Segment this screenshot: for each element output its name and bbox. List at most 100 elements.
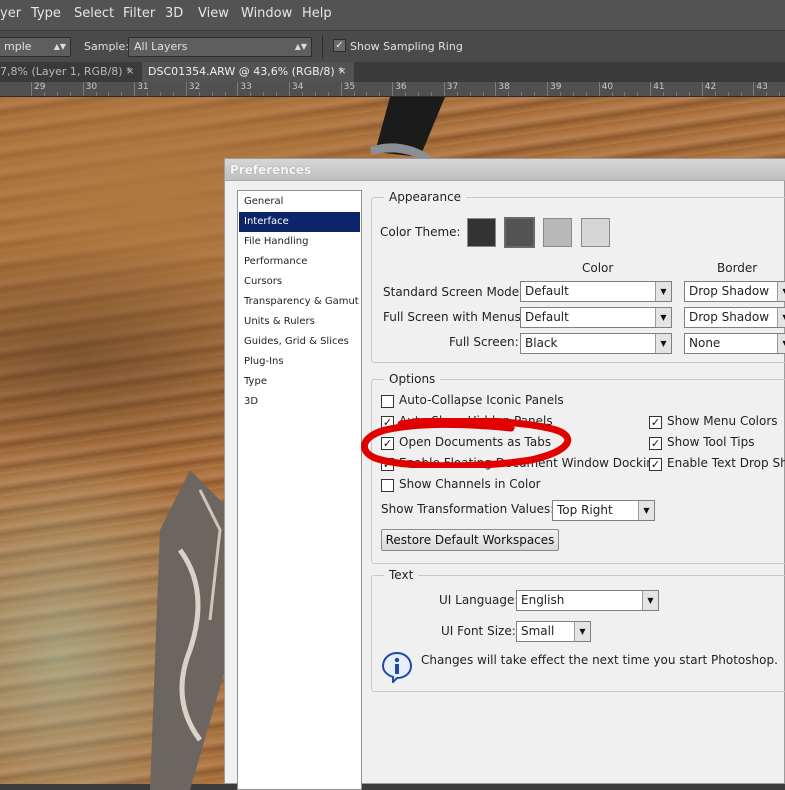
ruler-label: 30 xyxy=(85,82,98,92)
ruler-label: 37 xyxy=(446,82,459,92)
ruler-tick xyxy=(237,82,239,96)
auto-collapse-label: Auto-Collapse Iconic Panels xyxy=(399,393,564,407)
full-screen-label: Full Screen: xyxy=(449,335,519,349)
ruler-label: 41 xyxy=(653,82,665,92)
show-menu-colors-label: Show Menu Colors xyxy=(667,414,778,428)
select-value: Black xyxy=(525,336,558,350)
ruler-label: 42 xyxy=(704,82,717,92)
show-tool-tips-checkbox[interactable]: ✓ xyxy=(649,437,662,450)
ui-font-size-label: UI Font Size: xyxy=(441,624,516,638)
tab-layer1-doc[interactable]: 7,8% (Layer 1, RGB/8) * xyxy=(0,62,140,82)
select-value: English xyxy=(521,593,565,607)
channels-color-label: Show Channels in Color xyxy=(399,477,541,491)
divider xyxy=(322,35,323,59)
show-menu-colors-checkbox[interactable]: ✓ xyxy=(649,416,662,429)
full-screen-menus-color-select[interactable]: Default ▼ xyxy=(520,307,672,328)
sample-size-dropdown[interactable]: mple ▲▼ xyxy=(0,37,71,57)
nav-item-transparency[interactable]: Transparency & Gamut xyxy=(239,292,360,312)
ruler-label: 36 xyxy=(395,82,407,92)
menu-3d[interactable]: 3D xyxy=(165,6,183,21)
ruler-label: 32 xyxy=(188,82,201,92)
nav-item-cursors[interactable]: Cursors xyxy=(239,272,360,292)
transform-values-label: Show Transformation Values: xyxy=(381,502,555,516)
ruler-tick xyxy=(289,82,290,96)
full-screen-menus-border-select[interactable]: Drop Shadow ▼ xyxy=(684,307,785,328)
standard-screen-color-select[interactable]: Default ▼ xyxy=(520,281,672,302)
menu-view[interactable]: View xyxy=(198,6,229,21)
ruler-label: 31 xyxy=(137,82,149,92)
ui-language-label: UI Language: xyxy=(439,593,519,607)
sample-label: Sample: xyxy=(84,40,129,53)
document-tab-bar: 7,8% (Layer 1, RGB/8) * × DSC01354.ARW @… xyxy=(0,62,785,82)
nav-item-type[interactable]: Type xyxy=(239,372,360,392)
sampling-ring-label: Show Sampling Ring xyxy=(350,40,463,53)
menu-help[interactable]: Help xyxy=(302,6,332,21)
select-value: Default xyxy=(525,310,569,324)
dropdown-arrow-icon: ▼ xyxy=(655,308,671,327)
dropdown-arrow-icon: ▼ xyxy=(777,282,785,301)
ruler-label: 34 xyxy=(292,82,304,92)
theme-swatch-3[interactable] xyxy=(543,218,572,247)
select-value: Small xyxy=(521,624,555,638)
nav-item-plugins[interactable]: Plug-Ins xyxy=(239,352,360,372)
close-icon[interactable]: × xyxy=(126,62,134,82)
dropdown-arrow-icon: ▼ xyxy=(777,308,785,327)
theme-swatch-4[interactable] xyxy=(581,218,610,247)
text-drop-shadow-checkbox[interactable]: ✓ xyxy=(649,458,662,471)
ruler-tick xyxy=(134,82,136,96)
nav-item-units-rulers[interactable]: Units & Rulers xyxy=(239,312,360,332)
standard-screen-border-select[interactable]: Drop Shadow ▼ xyxy=(684,281,785,302)
full-screen-color-select[interactable]: Black ▼ xyxy=(520,333,672,354)
nav-item-general[interactable]: General xyxy=(239,192,360,212)
menu-filter[interactable]: Filter xyxy=(123,6,155,21)
select-value: Top Right xyxy=(557,503,613,517)
tab-label: DSC01354.ARW @ 43,6% (RGB/8) * xyxy=(148,65,344,78)
dialog-title: Preferences xyxy=(230,163,312,177)
horizontal-ruler: 29 30 31 32 33 34 35 36 37 38 39 40 41 42 43 xyxy=(0,82,785,97)
ruler-label: 43 xyxy=(756,82,768,92)
nav-item-interface[interactable]: Interface xyxy=(239,212,360,232)
ruler-tick xyxy=(392,82,394,96)
nav-item-file-handling[interactable]: File Handling xyxy=(239,232,360,252)
ruler-label: 35 xyxy=(343,82,356,92)
ruler-tick xyxy=(31,82,32,96)
full-screen-border-select[interactable]: None ▼ xyxy=(684,333,785,354)
dropdown-arrow-icon: ▼ xyxy=(655,282,671,301)
restore-workspaces-button[interactable]: Restore Default Workspaces xyxy=(381,529,559,551)
sample-dropdown[interactable]: All Layers ▲▼ xyxy=(128,37,312,57)
ruler-label: 39 xyxy=(550,82,562,92)
ruler-tick xyxy=(495,82,497,96)
menu-type[interactable]: Type xyxy=(31,6,61,21)
ruler-tick xyxy=(547,82,548,96)
menu-select[interactable]: Select xyxy=(74,6,114,21)
theme-swatch-2[interactable] xyxy=(504,217,535,248)
ruler-label: 29 xyxy=(34,82,46,92)
ui-font-size-select[interactable]: Small ▼ xyxy=(516,621,591,642)
close-icon[interactable]: × xyxy=(338,62,346,82)
appearance-legend: Appearance xyxy=(389,190,462,204)
dialog-titlebar[interactable]: Preferences xyxy=(225,159,785,181)
text-legend: Text xyxy=(389,568,414,582)
sample-size-value: mple xyxy=(4,40,32,53)
ruler-tick xyxy=(340,82,342,96)
menu-layer[interactable]: yer xyxy=(0,6,21,21)
nav-item-performance[interactable]: Performance xyxy=(239,252,360,272)
ui-language-select[interactable]: English ▼ xyxy=(516,590,659,611)
auto-collapse-checkbox[interactable] xyxy=(381,395,394,408)
nav-item-guides-grid[interactable]: Guides, Grid & Slices xyxy=(239,332,360,352)
dropdown-arrow-icon: ▼ xyxy=(655,334,671,353)
channels-color-checkbox[interactable] xyxy=(381,479,394,492)
transform-values-select[interactable]: Top Right ▼ xyxy=(552,500,655,521)
sampling-ring-checkbox[interactable]: ✓ xyxy=(333,39,346,52)
select-value: Drop Shadow xyxy=(689,310,770,324)
color-column-header: Color xyxy=(582,261,614,275)
tab-label: 7,8% (Layer 1, RGB/8) * xyxy=(0,65,132,78)
restart-info-message: Changes will take effect the next time y… xyxy=(421,653,778,667)
options-legend: Options xyxy=(389,372,436,386)
theme-swatch-1[interactable] xyxy=(467,218,496,247)
nav-item-3d[interactable]: 3D xyxy=(239,392,360,412)
tab-dsc01354[interactable]: DSC01354.ARW @ 43,6% (RGB/8) * xyxy=(142,62,354,82)
dropdown-arrow-icon: ▼ xyxy=(777,334,785,353)
border-column-header: Border xyxy=(717,261,758,275)
menu-window[interactable]: Window xyxy=(241,6,292,21)
